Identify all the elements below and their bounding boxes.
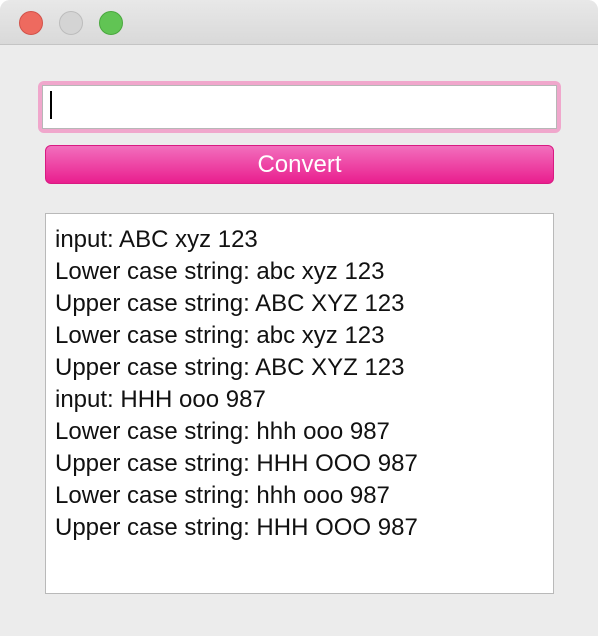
- title-bar: [0, 0, 598, 45]
- output-line: Upper case string: HHH OOO 987: [55, 514, 418, 541]
- text-caret: [50, 91, 52, 119]
- output-line: Lower case string: hhh ooo 987: [55, 482, 390, 509]
- output-line: Lower case string: hhh ooo 987: [55, 418, 390, 445]
- app-window: Convert input: ABC xyz 123 Lower case st…: [0, 0, 598, 636]
- output-line: Lower case string: abc xyz 123: [55, 322, 385, 349]
- output-text-area[interactable]: input: ABC xyz 123 Lower case string: ab…: [45, 213, 554, 594]
- text-input-focus-ring: [38, 81, 561, 133]
- convert-button[interactable]: Convert: [45, 145, 554, 184]
- close-window-button[interactable]: [19, 11, 43, 35]
- output-line: input: HHH ooo 987: [55, 386, 266, 413]
- output-line: Upper case string: ABC XYZ 123: [55, 290, 405, 317]
- string-input[interactable]: [42, 85, 557, 129]
- output-line: Upper case string: HHH OOO 987: [55, 450, 418, 477]
- minimize-window-button[interactable]: [59, 11, 83, 35]
- window-content: Convert input: ABC xyz 123 Lower case st…: [0, 45, 598, 636]
- output-line: input: ABC xyz 123: [55, 226, 258, 253]
- zoom-window-button[interactable]: [99, 11, 123, 35]
- output-line: Lower case string: abc xyz 123: [55, 258, 385, 285]
- output-line: Upper case string: ABC XYZ 123: [55, 354, 405, 381]
